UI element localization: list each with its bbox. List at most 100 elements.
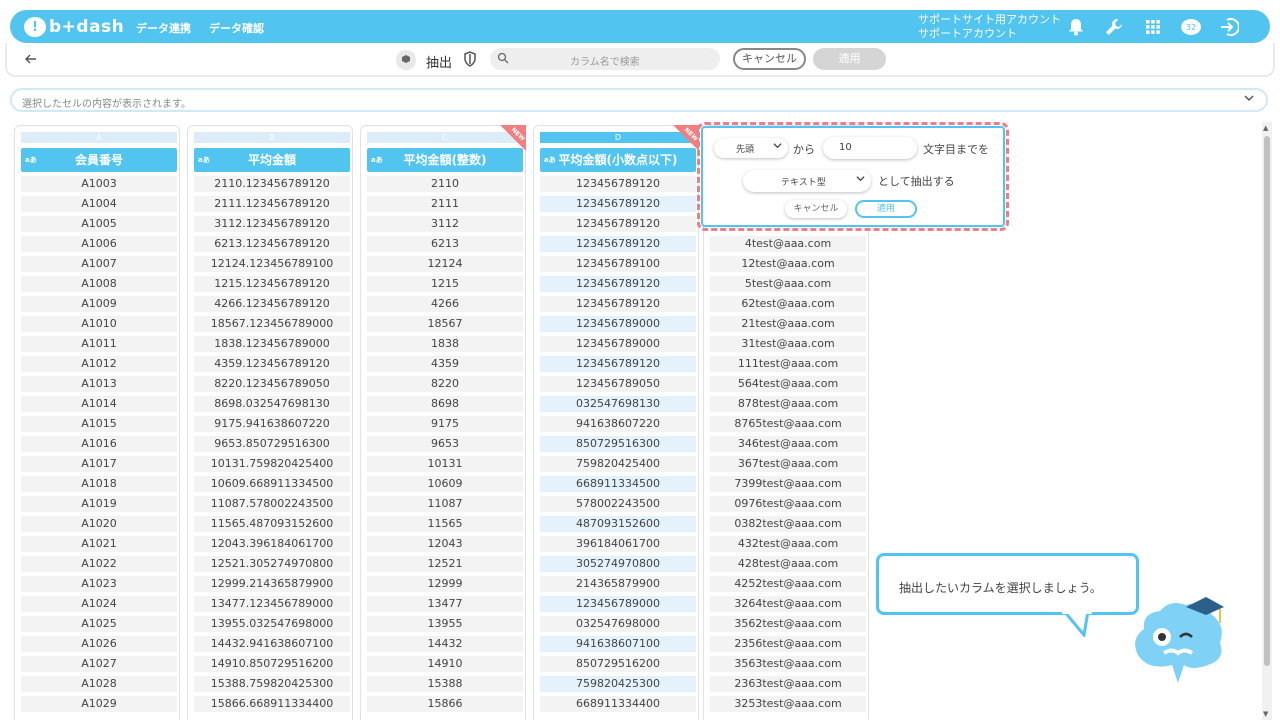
table-cell[interactable]: 4359 [367,356,523,372]
table-cell[interactable]: 8765test@aaa.com [710,416,866,432]
table-cell[interactable]: 10609 [367,476,523,492]
table-cell[interactable]: A1006 [21,236,177,252]
table-cell[interactable]: 123456789120 [540,196,696,212]
table-cell[interactable]: 3264test@aaa.com [710,596,866,612]
table-cell[interactable]: 21test@aaa.com [710,316,866,332]
table-cell[interactable]: 578002243500 [540,496,696,512]
table-cell[interactable]: A1009 [21,296,177,312]
table-cell[interactable]: 15388.759820425300 [194,676,350,692]
table-cell[interactable]: 123456789120 [540,176,696,192]
table-cell[interactable]: 487093152600 [540,516,696,532]
table-cell[interactable]: 6213.123456789120 [194,236,350,252]
table-cell[interactable]: A1028 [21,676,177,692]
table-cell[interactable]: 668911334500 [540,476,696,492]
table-cell[interactable]: A1005 [21,216,177,232]
table-cell[interactable]: 428test@aaa.com [710,556,866,572]
notification-bubble-icon[interactable]: 32 [1180,16,1202,38]
table-cell[interactable]: 123456789000 [540,596,696,612]
table-cell[interactable]: 62test@aaa.com [710,296,866,312]
table-cell[interactable]: 123456789120 [540,216,696,232]
table-cell[interactable]: A1017 [21,456,177,472]
table-cell[interactable]: 432test@aaa.com [710,536,866,552]
table-cell[interactable]: 941638607220 [540,416,696,432]
scrollbar-thumb[interactable] [1264,136,1270,666]
table-cell[interactable]: 3112.123456789120 [194,216,350,232]
table-cell[interactable]: 2363test@aaa.com [710,676,866,692]
chevron-down-icon[interactable] [1244,94,1254,105]
table-cell[interactable]: A1007 [21,256,177,272]
table-cell[interactable]: 9653 [367,436,523,452]
table-cell[interactable]: 4252test@aaa.com [710,576,866,592]
logout-icon[interactable] [1218,16,1240,38]
table-cell[interactable]: 123456789120 [540,356,696,372]
apply-button[interactable]: 適用 [813,48,886,70]
logo[interactable]: ! b+dash [24,15,124,39]
table-cell[interactable]: 1215 [367,276,523,292]
wrench-icon[interactable] [1103,16,1125,38]
table-cell[interactable]: 6213 [367,236,523,252]
table-cell[interactable]: 2110.123456789120 [194,176,350,192]
table-cell[interactable]: A1004 [21,196,177,212]
table-cell[interactable]: A1010 [21,316,177,332]
table-cell[interactable]: A1016 [21,436,177,452]
table-cell[interactable]: A1013 [21,376,177,392]
column-header[interactable]: aあ 会員番号 [21,148,177,172]
table-cell[interactable]: A1003 [21,176,177,192]
table-cell[interactable]: 1215.123456789120 [194,276,350,292]
table-cell[interactable]: 111test@aaa.com [710,356,866,372]
table-cell[interactable]: 396184061700 [540,536,696,552]
table-cell[interactable]: A1022 [21,556,177,572]
table-cell[interactable]: 11087.578002243500 [194,496,350,512]
column-header[interactable]: aあ 平均金額(小数点以下) [540,148,696,172]
table-cell[interactable]: 15866.668911334400 [194,696,350,712]
position-select[interactable]: 先頭 [714,138,788,158]
table-cell[interactable]: 4359.123456789120 [194,356,350,372]
table-cell[interactable]: 31test@aaa.com [710,336,866,352]
char-count-input[interactable]: 10 [823,137,917,159]
table-cell[interactable]: 8698 [367,396,523,412]
table-cell[interactable]: 850729516200 [540,656,696,672]
table-cell[interactable]: A1021 [21,536,177,552]
table-cell[interactable]: 18567.123456789000 [194,316,350,332]
table-cell[interactable]: A1029 [21,696,177,712]
column-letter[interactable]: A [21,132,177,143]
table-cell[interactable]: 668911334400 [540,696,696,712]
table-cell[interactable]: 4266 [367,296,523,312]
table-cell[interactable]: 032547698130 [540,396,696,412]
table-cell[interactable]: 12999 [367,576,523,592]
table-cell[interactable]: 1838.123456789000 [194,336,350,352]
table-cell[interactable]: 9653.850729516300 [194,436,350,452]
table-cell[interactable]: 13477.123456789000 [194,596,350,612]
popup-cancel-button[interactable]: キャンセル [785,200,847,218]
bell-icon[interactable] [1065,16,1087,38]
table-cell[interactable]: 11087 [367,496,523,512]
table-cell[interactable]: 14432.941638607100 [194,636,350,652]
table-cell[interactable]: 123456789120 [540,276,696,292]
table-cell[interactable]: 9175 [367,416,523,432]
arrow-left-icon[interactable] [25,52,37,68]
column-letter[interactable]: B [194,132,350,143]
table-cell[interactable]: A1024 [21,596,177,612]
table-cell[interactable]: 10609.668911334500 [194,476,350,492]
table-cell[interactable]: A1023 [21,576,177,592]
table-cell[interactable]: 2111.123456789120 [194,196,350,212]
table-cell[interactable]: 4test@aaa.com [710,236,866,252]
table-cell[interactable]: 12521 [367,556,523,572]
table-cell[interactable]: 4266.123456789120 [194,296,350,312]
cancel-button[interactable]: キャンセル [733,48,806,70]
table-cell[interactable]: A1011 [21,336,177,352]
table-cell[interactable]: 3112 [367,216,523,232]
table-cell[interactable]: 12124.123456789100 [194,256,350,272]
table-cell[interactable]: 13955.032547698000 [194,616,350,632]
nav-data-check[interactable]: データ確認 [209,20,264,36]
table-cell[interactable]: 7399test@aaa.com [710,476,866,492]
table-cell[interactable]: 5test@aaa.com [710,276,866,292]
scroll-down-icon[interactable]: ▼ [1263,710,1268,718]
column-search-input[interactable]: カラム名で検索 [490,48,720,70]
table-cell[interactable]: 10131.759820425400 [194,456,350,472]
table-cell[interactable]: 12124 [367,256,523,272]
table-cell[interactable]: 14910.850729516200 [194,656,350,672]
table-cell[interactable]: 305274970800 [540,556,696,572]
table-cell[interactable]: 3253test@aaa.com [710,696,866,712]
popup-apply-button[interactable]: 適用 [855,200,917,218]
